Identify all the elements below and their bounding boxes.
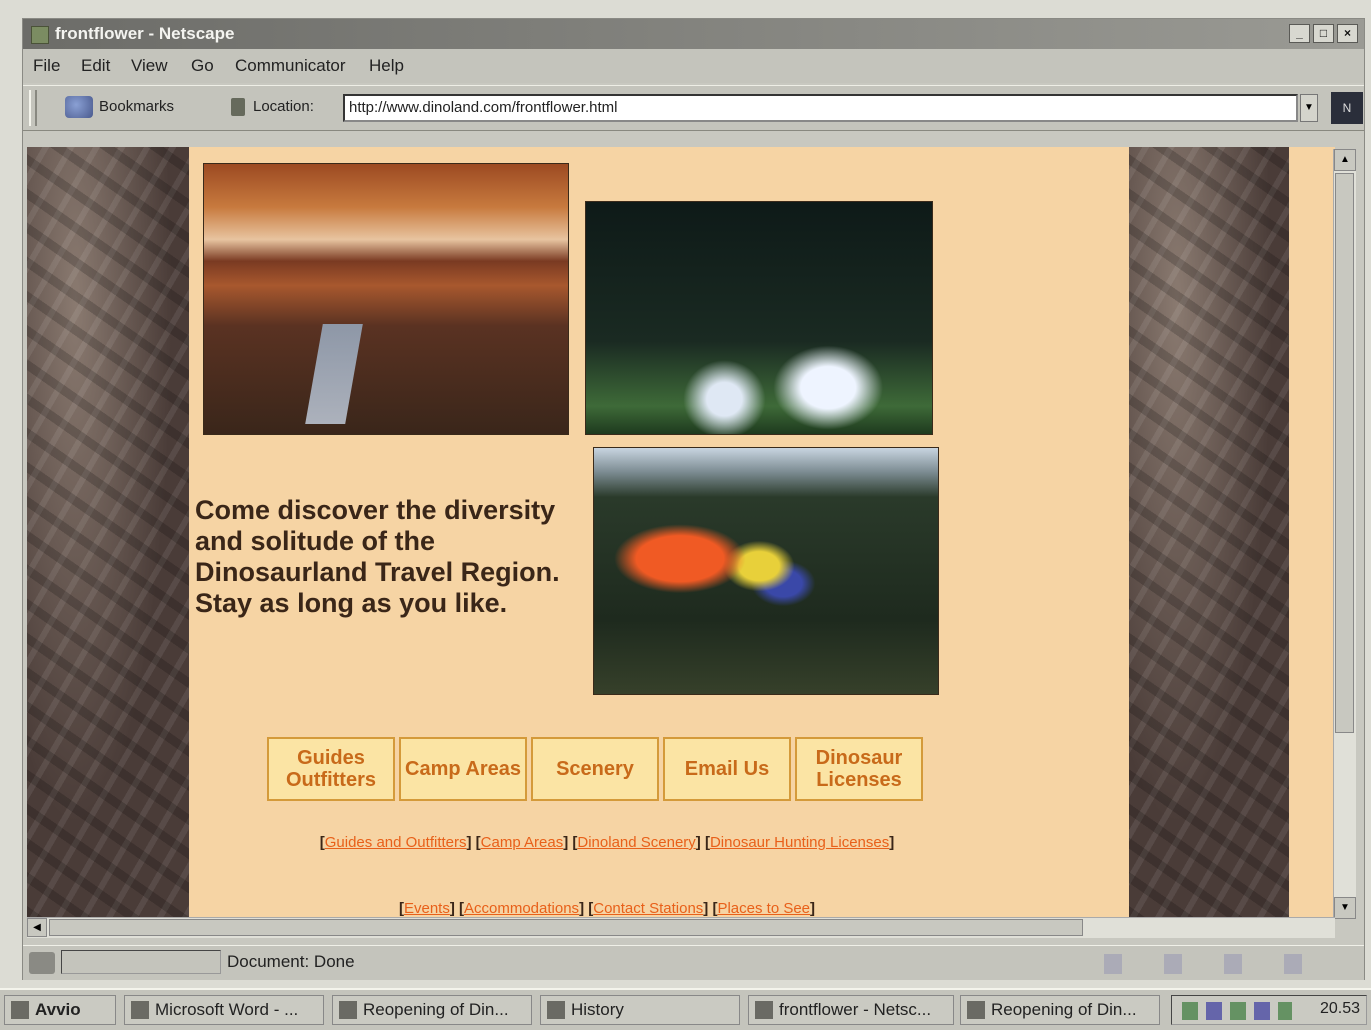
location-toolbar: Bookmarks Location: http://www.dinoland.… (23, 85, 1364, 131)
task-button-netscape[interactable]: frontflower - Netsc... (748, 995, 954, 1025)
status-bar: Document: Done (23, 945, 1364, 980)
vertical-scroll-thumb[interactable] (1335, 173, 1354, 733)
maximize-button[interactable]: □ (1313, 24, 1334, 43)
url-field[interactable]: http://www.dinoland.com/frontflower.html (343, 94, 1298, 122)
horizontal-scrollbar[interactable]: ◀ (27, 917, 1335, 938)
horizontal-scroll-thumb[interactable] (49, 919, 1083, 936)
start-button[interactable]: Avvio (4, 995, 116, 1025)
text-links-row-2: [Events] [Accommodations] [Contact Stati… (398, 900, 816, 917)
url-dropdown-arrow[interactable]: ▼ (1300, 94, 1318, 122)
guides-outfitters-button[interactable]: Guides Outfitters (267, 737, 395, 801)
scroll-up-arrow[interactable]: ▲ (1334, 149, 1356, 171)
netscape-icon (755, 1001, 773, 1019)
text-links-row-1: [Guides and Outfitters] [Camp Areas] [Di… (319, 834, 895, 851)
vertical-scrollbar[interactable]: ▲ ▼ (1333, 149, 1356, 919)
link-camp-areas[interactable]: Camp Areas (481, 834, 564, 851)
menu-communicator[interactable]: Communicator (235, 56, 346, 76)
start-label: Avvio (35, 1000, 81, 1019)
page-content: Come discover the diversity and solitude… (27, 147, 1335, 917)
menu-help[interactable]: Help (369, 56, 404, 76)
history-icon (547, 1001, 565, 1019)
menu-file[interactable]: File (33, 56, 60, 76)
link-contact-stations[interactable]: Contact Stations (593, 900, 703, 917)
dinosaur-licenses-button[interactable]: Dinosaur Licenses (795, 737, 923, 801)
tagline: Come discover the diversity and solitude… (195, 495, 560, 618)
task-button-history[interactable]: History (540, 995, 740, 1025)
tray-icons[interactable] (1182, 1002, 1292, 1020)
progress-pane (61, 950, 221, 974)
scenery-button[interactable]: Scenery (531, 737, 659, 801)
email-us-button[interactable]: Email Us (663, 737, 791, 801)
link-dinosaur-hunting-licenses[interactable]: Dinosaur Hunting Licenses (710, 834, 889, 851)
link-events[interactable]: Events (404, 900, 450, 917)
location-label: Location: (253, 98, 314, 115)
task-label: frontflower - Netsc... (779, 1000, 932, 1019)
location-label-area: Location: (231, 98, 314, 117)
task-label: Microsoft Word - ... (155, 1000, 299, 1019)
window-title: frontflower - Netscape (55, 24, 235, 43)
windows-logo-icon (11, 1001, 29, 1019)
system-tray: 20.53 (1171, 995, 1367, 1025)
link-places-to-see[interactable]: Places to See (717, 900, 810, 917)
status-text: Document: Done (227, 952, 355, 971)
component-bar-icons[interactable] (1104, 954, 1344, 974)
camp-areas-button[interactable]: Camp Areas (399, 737, 527, 801)
campers-photo (593, 447, 939, 695)
task-button-word[interactable]: Microsoft Word - ... (124, 995, 324, 1025)
minimize-button[interactable]: _ (1289, 24, 1310, 43)
menu-view[interactable]: View (131, 56, 168, 76)
nav-buttons: Guides Outfitters Camp Areas Scenery Ema… (267, 737, 923, 801)
document-icon (339, 1001, 357, 1019)
browser-window: frontflower - Netscape _ □ × File Edit V… (22, 18, 1365, 980)
menu-bar: File Edit View Go Communicator Help (23, 49, 1364, 83)
scroll-left-arrow[interactable]: ◀ (27, 918, 47, 937)
netscape-logo-icon[interactable]: N (1331, 92, 1363, 124)
canyon-photo (203, 163, 569, 435)
close-button[interactable]: × (1337, 24, 1358, 43)
page-proxy-icon[interactable] (231, 98, 245, 117)
menu-edit[interactable]: Edit (81, 56, 110, 76)
security-lock-icon[interactable] (29, 952, 55, 974)
clock[interactable]: 20.53 (1320, 1000, 1360, 1018)
bookmarks-button[interactable]: Bookmarks (65, 96, 174, 118)
task-label: Reopening of Din... (363, 1000, 509, 1019)
bookmarks-icon (65, 96, 93, 118)
task-label: History (571, 1000, 624, 1019)
title-bar: frontflower - Netscape _ □ × (23, 19, 1364, 49)
menu-go[interactable]: Go (191, 56, 214, 76)
netscape-app-icon (31, 26, 49, 44)
windows-taskbar: Avvio Microsoft Word - ... Reopening of … (0, 988, 1371, 1030)
link-guides-outfitters[interactable]: Guides and Outfitters (325, 834, 467, 851)
scroll-down-arrow[interactable]: ▼ (1334, 897, 1356, 919)
rock-border-right (1129, 147, 1289, 917)
waterfall-photo (585, 201, 933, 435)
word-icon (131, 1001, 149, 1019)
toolbar-grip[interactable] (29, 90, 37, 126)
rock-border-left (27, 147, 189, 917)
document-icon (967, 1001, 985, 1019)
link-accommodations[interactable]: Accommodations (464, 900, 579, 917)
bookmarks-label: Bookmarks (99, 97, 175, 115)
task-button-reopening-2[interactable]: Reopening of Din... (960, 995, 1160, 1025)
link-dinoland-scenery[interactable]: Dinoland Scenery (577, 834, 695, 851)
task-label: Reopening of Din... (991, 1000, 1137, 1019)
task-button-reopening-1[interactable]: Reopening of Din... (332, 995, 532, 1025)
